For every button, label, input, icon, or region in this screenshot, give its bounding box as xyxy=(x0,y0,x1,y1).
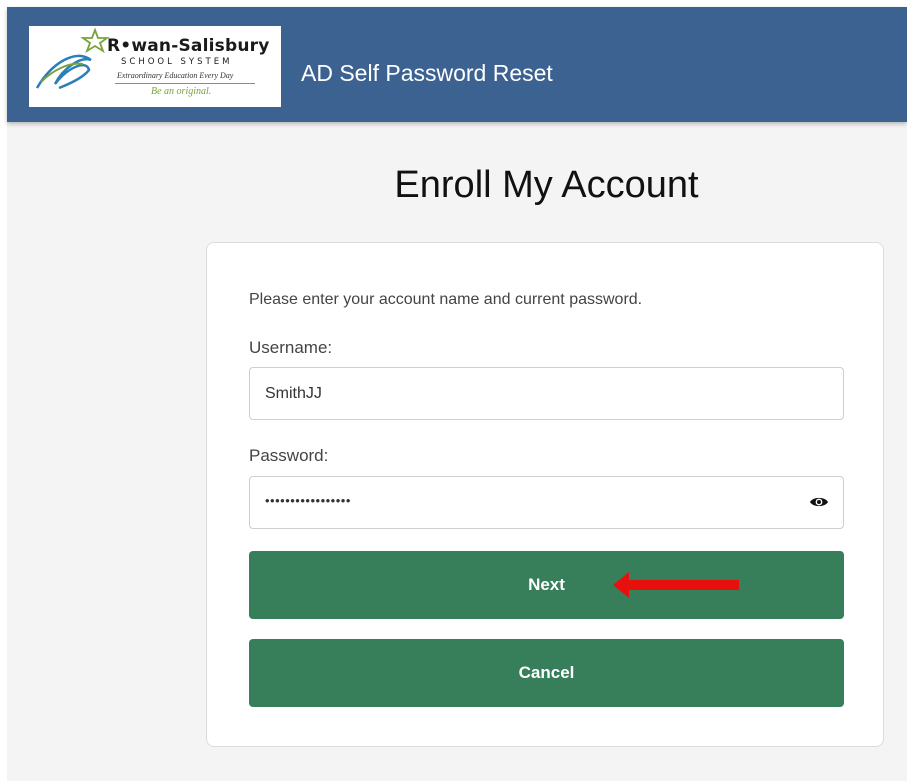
username-field[interactable]: SmithJJ xyxy=(249,367,844,420)
header-bar: R•wan-Salisbury SCHOOL SYSTEM Extraordin… xyxy=(7,7,907,122)
username-label: Username: xyxy=(249,338,333,357)
username-value: SmithJJ xyxy=(265,385,322,402)
next-button-label: Next xyxy=(528,575,565,594)
page-title: Enroll My Account xyxy=(394,164,699,206)
logo-school-name: R•wan-Salisbury xyxy=(107,36,270,56)
logo-motto: Be an original. xyxy=(151,86,212,97)
password-field[interactable]: ••••••••••••••••• xyxy=(249,476,844,529)
next-button[interactable]: Next xyxy=(249,551,844,619)
red-arrow-icon xyxy=(613,571,741,604)
form-instruction: Please enter your account name and curre… xyxy=(249,291,643,308)
cancel-button-label: Cancel xyxy=(518,663,575,682)
school-logo[interactable]: R•wan-Salisbury SCHOOL SYSTEM Extraordin… xyxy=(29,26,281,107)
app-title: AD Self Password Reset xyxy=(301,60,553,86)
enroll-form-card: Please enter your account name and curre… xyxy=(206,242,884,747)
logo-divider xyxy=(115,83,255,84)
eye-icon[interactable] xyxy=(809,495,829,514)
password-label: Password: xyxy=(249,446,329,465)
cancel-button[interactable]: Cancel xyxy=(249,639,844,707)
logo-school-system: SCHOOL SYSTEM xyxy=(121,57,233,67)
logo-tagline: Extraordinary Education Every Day xyxy=(117,71,234,80)
password-value: ••••••••••••••••• xyxy=(265,493,351,508)
